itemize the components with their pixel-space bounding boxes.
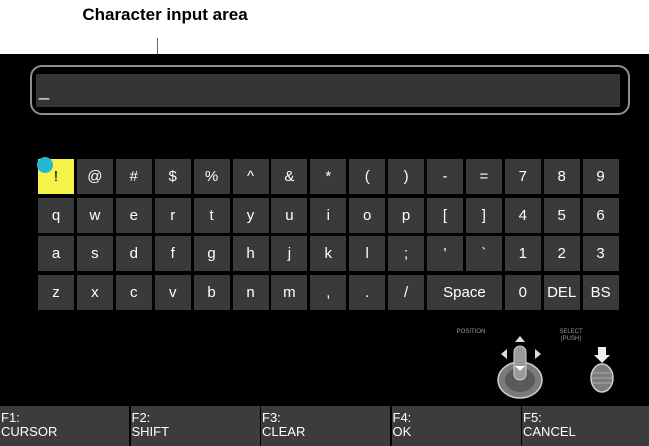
key-char[interactable]: i — [310, 197, 347, 233]
key-char[interactable]: - — [427, 159, 463, 194]
key-char[interactable]: @ — [76, 159, 113, 194]
key-char[interactable]: [ — [427, 197, 463, 233]
function-key-number: F3: — [262, 410, 281, 425]
function-key-action: CLEAR — [262, 424, 306, 439]
key-char[interactable]: n — [232, 274, 269, 310]
key-char[interactable]: y — [232, 197, 269, 233]
key-char[interactable]: $ — [154, 159, 191, 194]
character-input-field[interactable]: _ — [36, 74, 620, 107]
key-char[interactable]: h — [232, 236, 269, 271]
key-char[interactable]: d — [115, 236, 152, 271]
key-char[interactable]: ] — [465, 197, 502, 233]
function-key-number: F1: — [1, 410, 20, 425]
key-char[interactable]: a — [38, 236, 74, 271]
function-key-number: F4: — [392, 410, 412, 425]
key-char[interactable]: z — [38, 274, 74, 310]
key-char[interactable]: j — [271, 236, 308, 271]
key-char[interactable]: b — [193, 274, 230, 310]
key-space[interactable]: Space — [427, 274, 502, 310]
key-char[interactable]: 3 — [582, 236, 619, 271]
key-char[interactable]: 4 — [504, 197, 541, 233]
function-key-action: SHIFT — [131, 424, 170, 439]
function-key-action: CANCEL — [523, 424, 576, 439]
key-char[interactable]: f — [154, 236, 191, 271]
key-char[interactable]: v — [154, 274, 191, 310]
function-key-cursor[interactable]: F1: CURSOR — [0, 406, 129, 446]
key-char[interactable]: 8 — [543, 159, 580, 194]
select-label-line: SELECT — [559, 329, 583, 335]
key-char[interactable]: , — [310, 274, 347, 310]
select-label-line: (PUSH) — [560, 336, 582, 342]
function-key-number: F2: — [131, 410, 151, 425]
key-char[interactable]: ( — [349, 159, 386, 194]
key-char[interactable]: * — [310, 159, 347, 194]
key-char[interactable]: s — [76, 236, 113, 271]
key-char[interactable]: u — [271, 197, 308, 233]
key-char[interactable]: 6 — [582, 197, 619, 233]
position-joystick-icon — [497, 336, 543, 399]
key-char[interactable]: ) — [388, 159, 425, 194]
key-char[interactable]: k — [310, 236, 347, 271]
function-key-action: OK — [392, 424, 412, 439]
key-char[interactable]: 7 — [504, 159, 541, 194]
key-char[interactable]: ' — [427, 236, 463, 271]
key-char[interactable]: % — [193, 159, 230, 194]
key-char[interactable]: 9 — [582, 159, 619, 194]
key-char[interactable]: l — [349, 236, 386, 271]
key-char[interactable]: . — [349, 274, 386, 310]
key-char[interactable]: w — [76, 197, 113, 233]
key-char[interactable]: c — [115, 274, 152, 310]
key-char[interactable]: # — [115, 159, 152, 194]
function-key-cancel[interactable]: F5: CANCEL — [522, 406, 649, 446]
key-char[interactable]: 2 — [543, 236, 580, 271]
key-char[interactable]: m — [271, 274, 308, 310]
key-char[interactable]: o — [349, 197, 386, 233]
key-char[interactable]: e — [115, 197, 152, 233]
key-char[interactable]: p — [388, 197, 425, 233]
keyboard-cursor-indicator — [37, 157, 53, 173]
key-char[interactable]: r — [154, 197, 191, 233]
key-char[interactable]: x — [76, 274, 113, 310]
key-char[interactable]: t — [193, 197, 230, 233]
key-char[interactable]: / — [388, 274, 425, 310]
function-key-bar: F1: CURSOR F2: SHIFT F3: CLEAR F4: OK F5: CANCEL — [0, 406, 649, 446]
key-char[interactable]: & — [271, 159, 308, 194]
key-char[interactable]: ; — [388, 236, 425, 271]
key-char[interactable]: g — [193, 236, 230, 271]
function-key-action: CURSOR — [1, 424, 58, 439]
control-guide: POSITION SELECT (PUSH) — [448, 329, 648, 409]
key-char[interactable]: 1 — [504, 236, 541, 271]
key-char[interactable]: 0 — [504, 274, 541, 310]
key-delete[interactable]: DEL — [543, 274, 580, 310]
select-push-icon — [590, 347, 614, 393]
select-label: SELECT (PUSH) — [551, 329, 591, 343]
key-char[interactable]: q — [38, 197, 74, 233]
key-char[interactable]: ^ — [232, 159, 269, 194]
key-char[interactable]: = — [465, 159, 502, 194]
character-input-area-annotation: Character input area — [82, 5, 248, 24]
function-key-shift[interactable]: F2: SHIFT — [130, 406, 260, 446]
function-key-ok[interactable]: F4: OK — [391, 406, 521, 446]
function-key-clear[interactable]: F3: CLEAR — [261, 406, 390, 446]
key-backspace[interactable]: BS — [582, 274, 619, 310]
key-char[interactable]: ` — [465, 236, 502, 271]
key-char[interactable]: 5 — [543, 197, 580, 233]
function-key-number: F5: — [523, 410, 542, 425]
